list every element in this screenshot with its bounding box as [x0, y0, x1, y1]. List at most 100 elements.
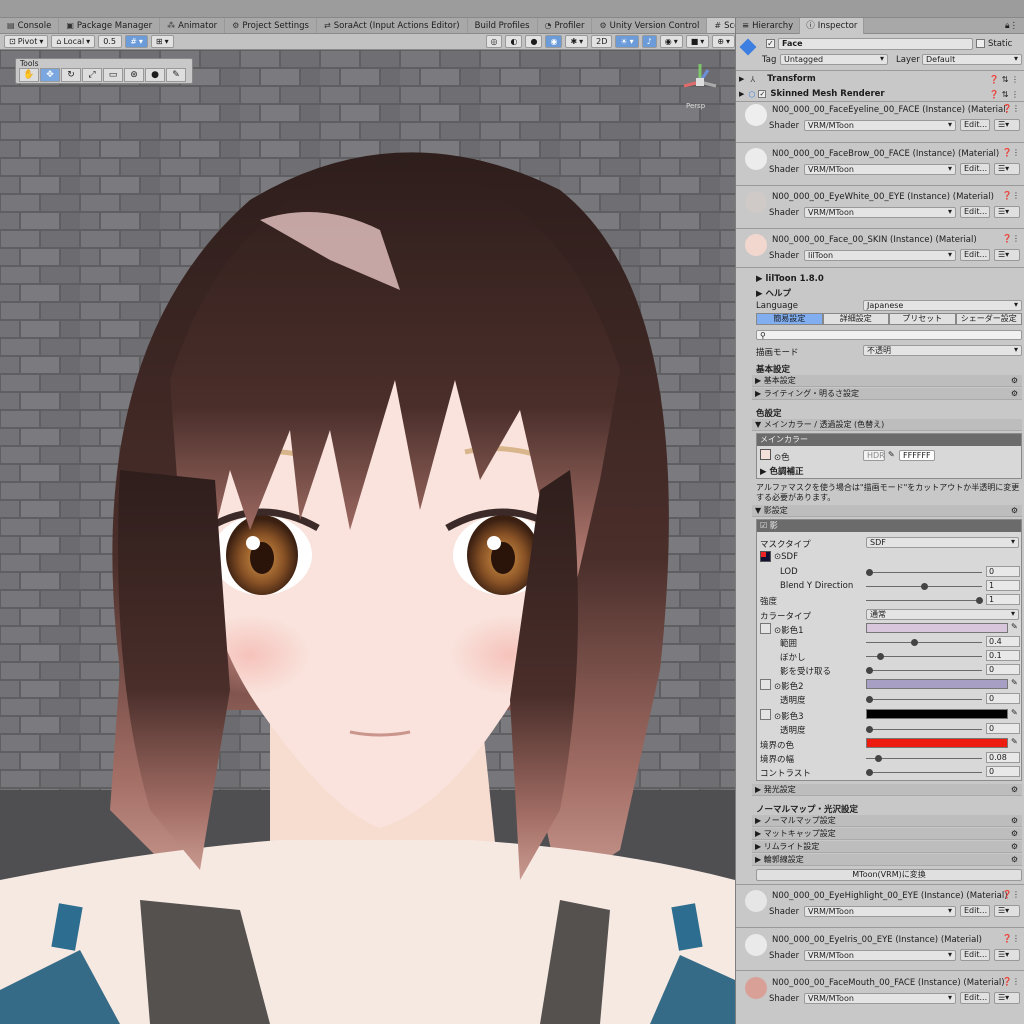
scale-tool-button[interactable]: ⤢ [82, 68, 102, 82]
alpha2-field[interactable]: 0 [986, 693, 1020, 704]
edit-shader-button[interactable]: Edit... [960, 163, 990, 175]
convert-to-mtoon-button[interactable]: MToon(VRM)に変換 [756, 869, 1022, 881]
language-dropdown[interactable]: Japanese [863, 300, 1022, 311]
tab-scene[interactable]: #Scene [707, 18, 735, 33]
receive-shadow-slider[interactable] [866, 670, 982, 671]
contrast-slider[interactable] [866, 772, 982, 773]
shader-options-button[interactable]: ☰▾ [994, 249, 1020, 261]
shader-options-button[interactable]: ☰▾ [994, 992, 1020, 1004]
material-menu-icon[interactable]: ❓⋮ [1002, 934, 1020, 943]
shader-dropdown[interactable]: VRM/MToon [804, 906, 956, 917]
range-field[interactable]: 0.4 [986, 636, 1020, 647]
contrast-slider-knob[interactable] [866, 769, 873, 776]
blur-slider-knob[interactable] [877, 653, 884, 660]
border-width-field[interactable]: 0.08 [986, 752, 1020, 763]
tools-overlay[interactable]: Tools ✋ ✥ ↻ ⤢ ▭ ⊛ ● ✎ [15, 58, 193, 84]
material-menu-icon[interactable]: ❓⋮ [1002, 890, 1020, 899]
border-width-slider-knob[interactable] [875, 755, 882, 762]
alpha2-slider[interactable] [866, 699, 982, 700]
shadow2-texture-slot[interactable] [760, 679, 771, 690]
shading-shaded-button[interactable]: ◐ [505, 35, 523, 48]
alpha3-field[interactable]: 0 [986, 723, 1020, 734]
tag-dropdown[interactable]: Untagged [780, 54, 888, 65]
grid-snap-button[interactable]: # ▾ [125, 35, 148, 48]
tab-hierarchy[interactable]: ≡ Hierarchy [736, 18, 801, 34]
range-slider-knob[interactable] [911, 639, 918, 646]
emission-settings-foldout[interactable]: ▶ 発光設定 ⚙ [752, 784, 1022, 796]
help-foldout[interactable]: ▶ ヘルプ [756, 287, 791, 299]
strength-slider-knob[interactable] [976, 597, 983, 604]
lighting-settings-foldout[interactable]: ▶ ライティング・明るさ設定 ⚙ [752, 388, 1022, 400]
receive-shadow-slider-knob[interactable] [866, 667, 873, 674]
tab-version-control[interactable]: ⚙ Unity Version Control [592, 18, 708, 33]
shadow1-color-swatch[interactable] [866, 623, 1008, 633]
edit-shader-button[interactable]: Edit... [960, 949, 990, 961]
orientation-gizmo[interactable]: Persp [674, 56, 726, 116]
tab-build-profiles[interactable]: Build Profiles [468, 18, 538, 33]
tab-console[interactable]: ▤ Console [0, 18, 60, 33]
edit-shader-button[interactable]: Edit... [960, 905, 990, 917]
shader-options-button[interactable]: ☰▾ [994, 206, 1020, 218]
shader-options-button[interactable]: ☰▾ [994, 905, 1020, 917]
blur-field[interactable]: 0.1 [986, 650, 1020, 661]
render-mode-dropdown[interactable]: 不透明 [863, 345, 1022, 356]
alpha3-slider[interactable] [866, 729, 982, 730]
scene-view[interactable]: Tools ✋ ✥ ↻ ⤢ ▭ ⊛ ● ✎ Persp [0, 50, 735, 1024]
tab-profiler[interactable]: ◔ Profiler [538, 18, 593, 33]
material-menu-icon[interactable]: ❓⋮ [1002, 234, 1020, 243]
eyedropper-icon[interactable]: ✎ [888, 450, 895, 459]
rect-tool-button[interactable]: ▭ [103, 68, 123, 82]
shadow3-color-swatch[interactable] [866, 709, 1008, 719]
main-texture-slot[interactable] [760, 449, 771, 460]
range-slider[interactable] [866, 642, 982, 643]
tab-shader-settings[interactable]: シェーダー設定 [955, 313, 1022, 325]
local-dropdown[interactable]: ⌂ Local ▾ [51, 35, 96, 48]
shading-solid-button[interactable]: ● [525, 35, 543, 48]
eyedropper-icon[interactable]: ✎ [1011, 708, 1018, 717]
shader-dropdown[interactable]: VRM/MToon [804, 164, 956, 175]
outline-foldout[interactable]: ▶ 輪郭線設定 ⚙ [752, 854, 1022, 866]
shadow-settings-foldout[interactable]: ▼ 影設定 ⚙ [752, 505, 1022, 517]
strength-slider[interactable] [866, 600, 982, 601]
hand-tool-button[interactable]: ✋ [19, 68, 39, 82]
basic-settings-foldout[interactable]: ▶ 基本設定 ⚙ [752, 375, 1022, 387]
lock-icon[interactable]: 🔒︎⋮ [999, 18, 1024, 34]
snap-field[interactable]: 0.5 [98, 35, 123, 48]
smr-enabled-checkbox[interactable]: ✓ [758, 90, 767, 98]
light-probe-tool-button[interactable]: ● [145, 68, 165, 82]
matcap-foldout[interactable]: ▶ マットキャップ設定 ⚙ [752, 828, 1022, 840]
sdf-texture-slot[interactable] [760, 551, 771, 562]
property-search-input[interactable]: ⚲ [756, 330, 1022, 340]
shader-options-button[interactable]: ☰▾ [994, 119, 1020, 131]
shader-options-button[interactable]: ☰▾ [994, 949, 1020, 961]
edit-shader-button[interactable]: Edit... [960, 249, 990, 261]
alpha3-slider-knob[interactable] [866, 726, 873, 733]
move-tool-button[interactable]: ✥ [40, 68, 60, 82]
increment-snap-button[interactable]: ⊞ ▾ [150, 35, 174, 48]
active-checkbox[interactable]: ✓ [766, 39, 775, 48]
audio-toggle[interactable]: ♪ [641, 35, 657, 48]
alpha2-slider-knob[interactable] [866, 696, 873, 703]
shadow2-color-swatch[interactable] [866, 679, 1008, 689]
camera-button[interactable]: ■ ▾ [685, 35, 710, 48]
debug-draw-button[interactable]: ✱ ▾ [565, 35, 589, 48]
edit-shader-button[interactable]: Edit... [960, 992, 990, 1004]
receive-shadow-field[interactable]: 0 [986, 664, 1020, 675]
material-menu-icon[interactable]: ❓⋮ [1002, 104, 1020, 113]
shadow1-texture-slot[interactable] [760, 623, 771, 634]
shadow3-texture-slot[interactable] [760, 709, 771, 720]
shader-options-button[interactable]: ☰▾ [994, 163, 1020, 175]
eyedropper-icon[interactable]: ✎ [1011, 622, 1018, 631]
rimlight-foldout[interactable]: ▶ リムライト設定 ⚙ [752, 841, 1022, 853]
shading-wire-button[interactable]: ◎ [485, 35, 503, 48]
transform-tool-button[interactable]: ⊛ [124, 68, 144, 82]
eyedropper-icon[interactable]: ✎ [1011, 678, 1018, 687]
blend-y-field[interactable]: 1 [986, 580, 1020, 591]
tab-presets[interactable]: プリセット [889, 313, 956, 325]
rotate-tool-button[interactable]: ↻ [61, 68, 81, 82]
tab-package-manager[interactable]: ▣ Package Manager [59, 18, 161, 33]
lighting-toggle[interactable]: ☀ ▾ [615, 35, 639, 48]
visibility-toggle[interactable]: ◉ ▾ [659, 35, 683, 48]
shading-render-button[interactable]: ◉ [545, 35, 563, 48]
shader-dropdown[interactable]: VRM/MToon [804, 993, 956, 1004]
